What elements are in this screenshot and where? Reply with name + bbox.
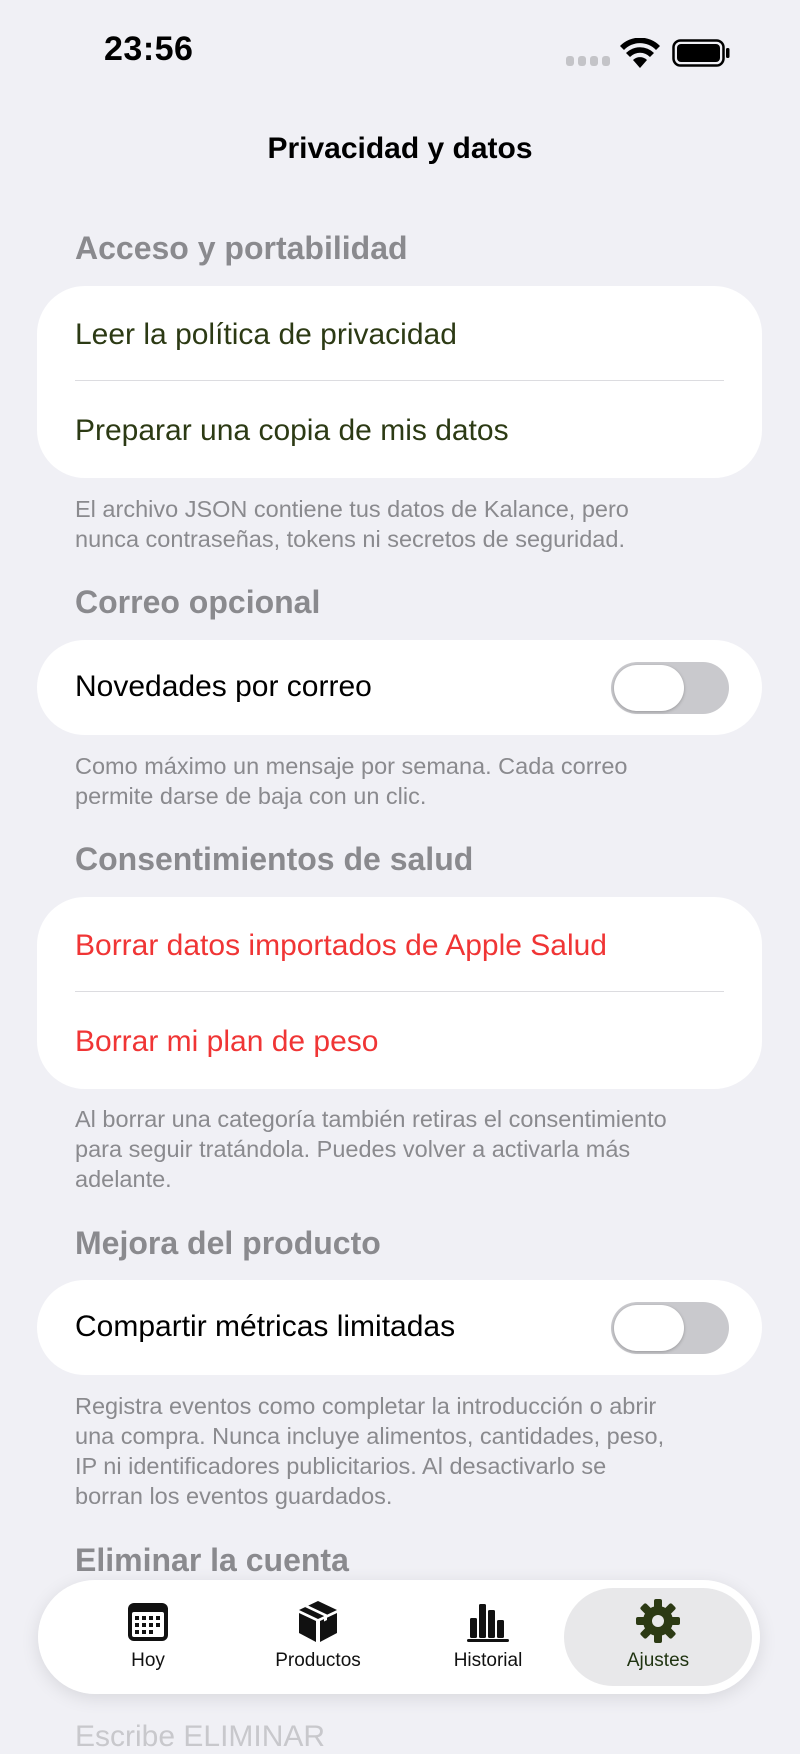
tab-label: Historial	[453, 1650, 523, 1671]
footer-line: una compra. Nunca incluye alimentos, can…	[75, 1423, 665, 1449]
toggle-knob	[614, 665, 684, 711]
tab-label: Ajustes	[626, 1650, 690, 1671]
tab-bar: Hoy Productos Historial Ajustes	[38, 1580, 760, 1694]
cellular-signal-icon	[566, 56, 610, 66]
toggle-knob	[614, 1305, 684, 1351]
email-footer: Como máximo un mensaje por semana. Cada …	[75, 751, 735, 811]
bar-chart-icon	[467, 1604, 509, 1642]
status-time: 23:56	[104, 30, 194, 68]
tab-hoy[interactable]: Hoy	[68, 1588, 228, 1686]
divider	[75, 380, 724, 381]
delete-confirmation-hint: Escribe ELIMINAR	[75, 1720, 326, 1753]
wifi-icon	[620, 38, 660, 68]
tab-productos[interactable]: Productos	[238, 1588, 398, 1686]
access-card: Leer la política de privacidad Preparar …	[37, 286, 762, 478]
section-header-product: Mejora del producto	[75, 1225, 381, 1261]
product-card: Compartir métricas limitadas	[37, 1280, 762, 1375]
battery-icon	[672, 39, 730, 67]
tab-label: Hoy	[131, 1650, 165, 1671]
section-header-email: Correo opcional	[75, 584, 321, 620]
footer-line: Registra eventos como completar la intro…	[75, 1393, 657, 1419]
page-title: Privacidad y datos	[267, 132, 533, 165]
export-data-button[interactable]: Preparar una copia de mis datos	[75, 414, 724, 448]
footer-line: para seguir tratándola. Puedes volver a …	[75, 1136, 631, 1162]
tab-label: Productos	[275, 1650, 361, 1671]
tab-historial[interactable]: Historial	[408, 1588, 568, 1686]
delete-weight-plan-button[interactable]: Borrar mi plan de peso	[75, 1025, 724, 1059]
metrics-toggle[interactable]	[611, 1302, 729, 1354]
footer-line: IP ni identificadores publicitarios. Al …	[75, 1453, 607, 1479]
privacy-policy-link[interactable]: Leer la política de privacidad	[75, 318, 724, 352]
newsletter-toggle[interactable]	[611, 662, 729, 714]
product-footer: Registra eventos como completar la intro…	[75, 1391, 735, 1511]
footer-line: borran los eventos guardados.	[75, 1483, 393, 1509]
email-card: Novedades por correo	[37, 640, 762, 735]
gear-icon	[636, 1599, 680, 1643]
section-header-access: Acceso y portabilidad	[75, 230, 408, 266]
tab-ajustes[interactable]: Ajustes	[564, 1588, 752, 1686]
footer-line: Al borrar una categoría también retiras …	[75, 1106, 667, 1132]
footer-line: nunca contraseñas, tokens ni secretos de…	[75, 526, 625, 552]
health-footer: Al borrar una categoría también retiras …	[75, 1104, 735, 1194]
section-header-delete-account: Eliminar la cuenta	[75, 1542, 349, 1578]
section-header-health: Consentimientos de salud	[75, 841, 474, 877]
footer-line: adelante.	[75, 1166, 172, 1192]
footer-line: Como máximo un mensaje por semana. Cada …	[75, 753, 628, 779]
box-icon	[299, 1601, 337, 1642]
access-footer: El archivo JSON contiene tus datos de Ka…	[75, 494, 735, 554]
footer-line: El archivo JSON contiene tus datos de Ka…	[75, 496, 629, 522]
delete-apple-health-button[interactable]: Borrar datos importados de Apple Salud	[75, 929, 724, 963]
calendar-icon	[128, 1603, 168, 1641]
health-card: Borrar datos importados de Apple Salud B…	[37, 897, 762, 1089]
divider	[75, 991, 724, 992]
footer-line: permite darse de baja con un clic.	[75, 783, 427, 809]
